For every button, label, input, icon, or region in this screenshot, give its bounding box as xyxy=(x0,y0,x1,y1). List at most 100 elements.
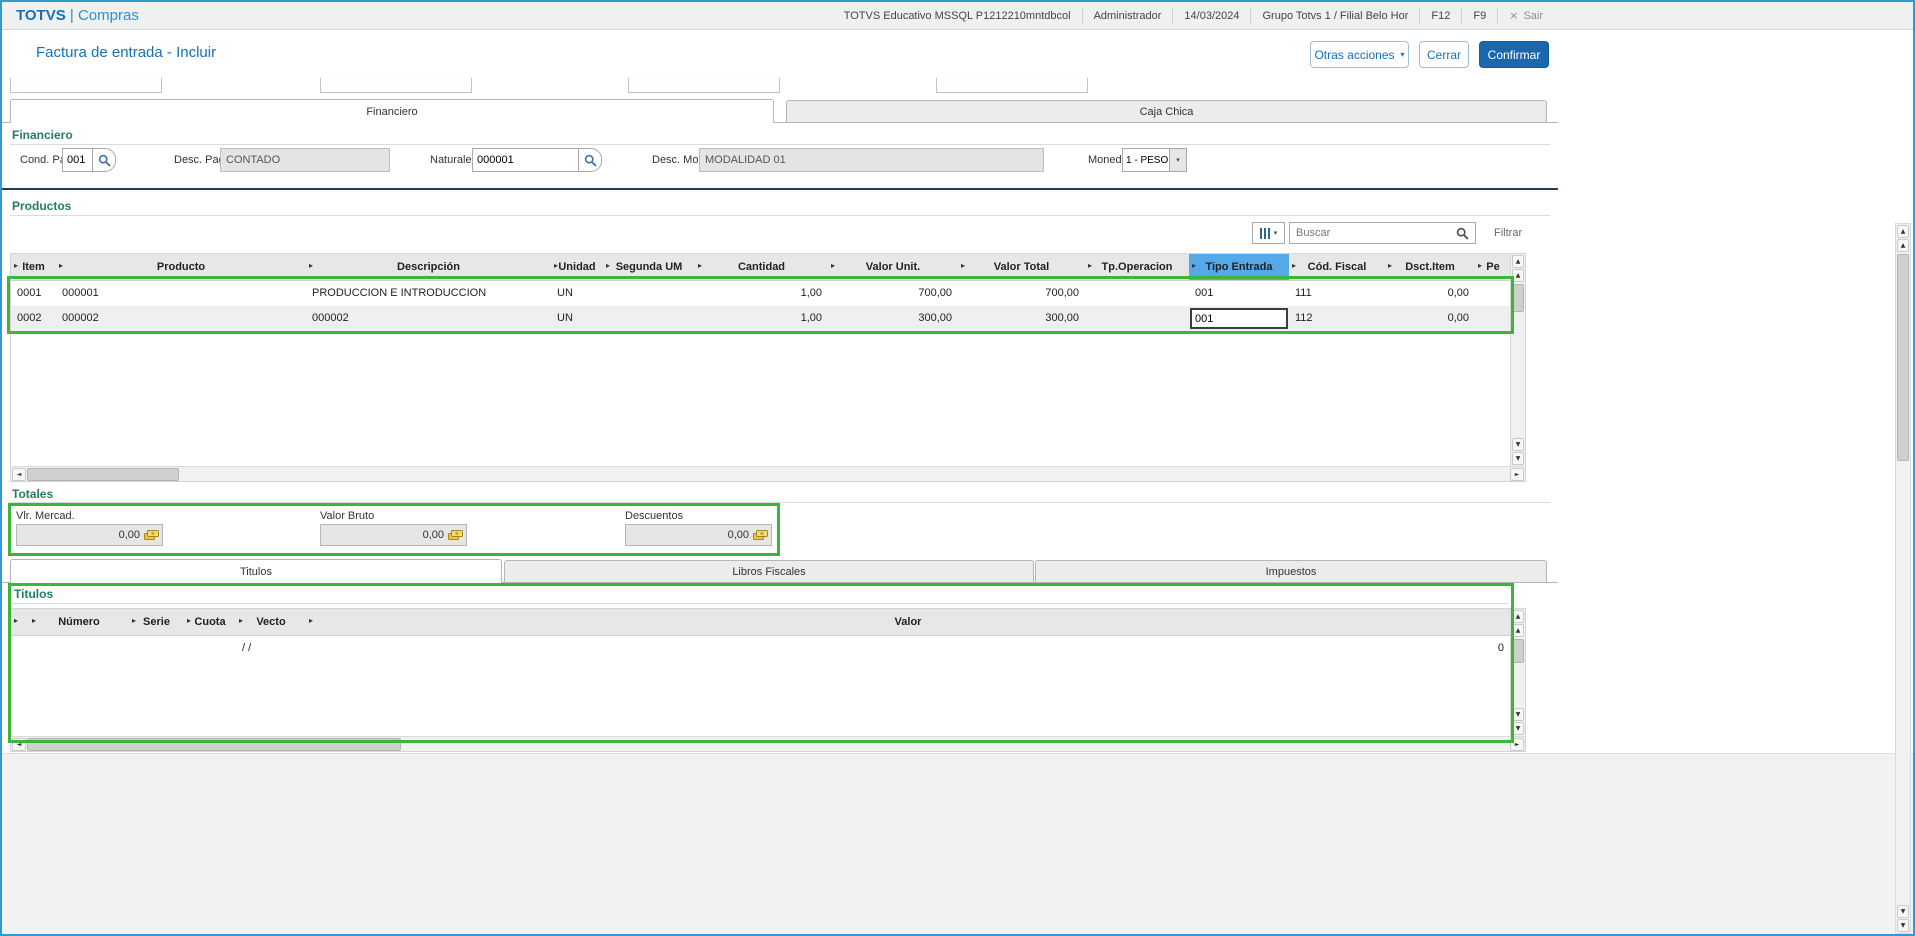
scroll-page-up-button[interactable]: ▲ xyxy=(1512,624,1524,637)
column-header-valor[interactable]: ▸ Valor xyxy=(306,609,1510,635)
column-header-segunda-um[interactable]: ▸ Segunda UM xyxy=(603,254,695,280)
dropdown-arrow-icon[interactable]: ▾ xyxy=(1170,148,1187,172)
titulos-vertical-scrollbar[interactable]: ▲ ▲ ▼ ▼ xyxy=(1510,609,1525,736)
column-header-valor-unit[interactable]: ▸ Valor Unit. xyxy=(828,254,958,280)
cell-unidad[interactable]: UN xyxy=(551,306,603,331)
cell-pe[interactable] xyxy=(1475,306,1510,331)
tab-libros-fiscales[interactable]: Libros Fiscales xyxy=(504,560,1034,582)
cell-segunda-um[interactable] xyxy=(603,281,695,306)
cell-producto[interactable]: 000001 xyxy=(56,281,306,306)
cell-cuota[interactable] xyxy=(184,636,236,660)
cell-tp-operacion[interactable] xyxy=(1085,281,1189,306)
scrollbar-thumb[interactable] xyxy=(1512,639,1524,663)
cell-serie[interactable] xyxy=(129,636,184,660)
cropped-field[interactable] xyxy=(320,78,472,93)
column-header-pe[interactable]: ▸ Pe xyxy=(1475,254,1510,280)
productos-vertical-scrollbar[interactable]: ▲ ▲ ▼ ▼ xyxy=(1510,254,1525,466)
cell-item[interactable]: 0001 xyxy=(11,281,56,306)
scroll-page-up-button[interactable]: ▲ xyxy=(1512,269,1524,282)
column-header-cuota[interactable]: ▸ Cuota xyxy=(184,609,236,635)
cell-cantidad[interactable]: 1,00 xyxy=(695,306,828,331)
scroll-up-button[interactable]: ▲ xyxy=(1512,255,1524,268)
branch-selector[interactable]: Grupo Totvs 1 / Filial Belo Hor xyxy=(1250,9,1419,23)
scrollbar-track[interactable] xyxy=(1896,463,1910,904)
cell-valor-unit[interactable]: 300,00 xyxy=(828,306,958,331)
column-header-tp-operacion[interactable]: ▸ Tp.Operacion xyxy=(1085,254,1189,280)
cell-cantidad[interactable]: 1,00 xyxy=(695,281,828,306)
cell-tipo-entrada[interactable]: 001 xyxy=(1189,281,1289,306)
filter-link[interactable]: Filtrar xyxy=(1494,227,1522,239)
cropped-field[interactable] xyxy=(628,78,780,93)
confirm-button[interactable]: Confirmar xyxy=(1479,41,1549,68)
scrollbar-thumb[interactable] xyxy=(27,467,179,481)
cropped-field[interactable] xyxy=(10,78,162,93)
search-icon[interactable] xyxy=(1456,227,1469,240)
scroll-page-down-button[interactable]: ▼ xyxy=(1512,708,1524,721)
cell-descripcion[interactable]: 000002 xyxy=(306,306,551,331)
cropped-field[interactable] xyxy=(936,78,1088,93)
tab-titulos[interactable]: Titulos xyxy=(10,559,502,583)
column-header-producto[interactable]: ▸ Producto xyxy=(56,254,306,280)
scroll-left-button[interactable]: ◄ xyxy=(12,467,26,481)
column-header-unidad[interactable]: ▸ Unidad xyxy=(551,254,603,280)
scroll-down-button[interactable]: ▼ xyxy=(1512,452,1524,465)
cell-unidad[interactable]: UN xyxy=(551,281,603,306)
tab-caja-chica[interactable]: Caja Chica xyxy=(786,100,1547,122)
scroll-up-button[interactable]: ▲ xyxy=(1897,225,1909,238)
other-actions-button[interactable]: Otras acciones ▾ xyxy=(1310,41,1409,68)
column-header-item[interactable]: ▸ Item xyxy=(11,254,56,280)
scroll-page-down-button[interactable]: ▼ xyxy=(1512,438,1524,451)
scrollbar-track[interactable] xyxy=(1511,314,1525,437)
cond-pago-input[interactable] xyxy=(62,148,92,172)
page-vertical-scrollbar[interactable]: ▲ ▲ ▼ ▼ xyxy=(1895,223,1911,934)
cell-dsct-item[interactable]: 0,00 xyxy=(1385,306,1475,331)
productos-horizontal-scrollbar[interactable]: ◄ ► xyxy=(11,466,1525,481)
exit-button[interactable]: × Sair xyxy=(1497,9,1554,23)
cell-tp-operacion[interactable] xyxy=(1085,306,1189,331)
titulos-horizontal-scrollbar[interactable]: ◄ ► xyxy=(11,736,1525,751)
cell-segunda-um[interactable] xyxy=(603,306,695,331)
column-header-dsct-item[interactable]: ▸ Dsct.Item xyxy=(1385,254,1475,280)
cell-valor[interactable]: 0 xyxy=(306,636,1510,660)
cell-vecto[interactable]: / / xyxy=(236,636,306,660)
cell-valor-total[interactable]: 700,00 xyxy=(958,281,1085,306)
scroll-down-button[interactable]: ▼ xyxy=(1897,919,1909,932)
cell-pe[interactable] xyxy=(1475,281,1510,306)
tab-financiero[interactable]: Financiero xyxy=(10,99,774,123)
column-header-cod-fiscal[interactable]: ▸ Cód. Fiscal xyxy=(1289,254,1385,280)
cell-numero[interactable] xyxy=(29,636,129,660)
scroll-page-down-button[interactable]: ▼ xyxy=(1897,905,1909,918)
cell-descripcion[interactable]: PRODUCCION E INTRODUCCION xyxy=(306,281,551,306)
cell-dsct-item[interactable]: 0,00 xyxy=(1385,281,1475,306)
column-header-marker[interactable]: ▸ xyxy=(11,609,29,635)
column-header-valor-total[interactable]: ▸ Valor Total xyxy=(958,254,1085,280)
column-config-button[interactable]: ▾ xyxy=(1252,222,1285,244)
naturaleza-lookup-button[interactable] xyxy=(578,148,602,172)
cell-cod-fiscal[interactable]: 111 xyxy=(1289,281,1385,306)
tipo-entrada-cell-editor[interactable] xyxy=(1190,308,1288,329)
column-header-descripcion[interactable]: ▸ Descripción xyxy=(306,254,551,280)
shortcut-f9-button[interactable]: F9 xyxy=(1461,9,1497,23)
cell-producto[interactable]: 000002 xyxy=(56,306,306,331)
scroll-down-button[interactable]: ▼ xyxy=(1512,722,1524,735)
cell-valor-total[interactable]: 300,00 xyxy=(958,306,1085,331)
naturaleza-input[interactable] xyxy=(472,148,578,172)
scroll-up-button[interactable]: ▲ xyxy=(1512,610,1524,623)
cell-marker[interactable] xyxy=(11,636,29,660)
cell-valor-unit[interactable]: 700,00 xyxy=(828,281,958,306)
scroll-left-button[interactable]: ◄ xyxy=(12,737,26,751)
cond-pago-lookup-button[interactable] xyxy=(92,148,116,172)
column-header-numero[interactable]: ▸ Número xyxy=(29,609,129,635)
scrollbar-thumb[interactable] xyxy=(27,737,401,751)
column-header-tipo-entrada[interactable]: ▸ Tipo Entrada xyxy=(1189,254,1289,280)
scroll-page-up-button[interactable]: ▲ xyxy=(1897,239,1909,252)
scroll-right-button[interactable]: ► xyxy=(1510,737,1524,751)
close-button[interactable]: Cerrar xyxy=(1419,41,1469,68)
scrollbar-track[interactable] xyxy=(1511,665,1525,707)
shortcut-f12-button[interactable]: F12 xyxy=(1419,9,1461,23)
column-header-serie[interactable]: ▸ Serie xyxy=(129,609,184,635)
scrollbar-thumb[interactable] xyxy=(1512,284,1524,312)
column-header-vecto[interactable]: ▸ Vecto xyxy=(236,609,306,635)
cell-item[interactable]: 0002 xyxy=(11,306,56,331)
cell-cod-fiscal[interactable]: 112 xyxy=(1289,306,1385,331)
